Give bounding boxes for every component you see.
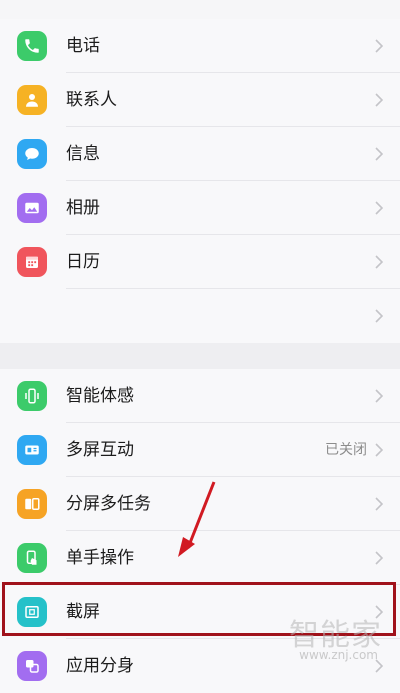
chevron-right-icon (375, 201, 384, 215)
settings-item-smart-motion[interactable]: 智能体感 (0, 369, 400, 423)
settings-item-label: 单手操作 (66, 548, 134, 568)
gallery-icon (17, 193, 47, 223)
settings-item-label: 应用分身 (66, 656, 134, 676)
section-divider (0, 343, 400, 369)
chevron-right-icon (375, 389, 384, 403)
settings-item-label: 日历 (66, 252, 100, 272)
settings-item-phone[interactable]: 电话 (0, 19, 400, 73)
multi-screen-icon (17, 435, 47, 465)
phone-icon (17, 31, 47, 61)
messages-icon (17, 139, 47, 169)
smart-motion-icon (17, 381, 47, 411)
status-value: 已关闭 (325, 442, 367, 458)
settings-item-label: 信息 (66, 144, 100, 164)
settings-item-split-screen[interactable]: 分屏多任务 (0, 477, 400, 531)
settings-item-contacts[interactable]: 联系人 (0, 73, 400, 127)
chevron-right-icon (375, 39, 384, 53)
one-hand-icon (17, 543, 47, 573)
settings-item-label: 相册 (66, 198, 100, 218)
settings-item-gallery[interactable]: 相册 (0, 181, 400, 235)
settings-item-label: 截屏 (66, 602, 100, 622)
settings-item-calendar[interactable]: 日历 (0, 235, 400, 289)
app-clone-icon (17, 651, 47, 681)
settings-item-one-hand[interactable]: 单手操作 (0, 531, 400, 585)
settings-item-messages[interactable]: 信息 (0, 127, 400, 181)
chevron-right-icon (375, 443, 384, 457)
screenshot-icon (17, 597, 47, 627)
chevron-right-icon (375, 497, 384, 511)
chevron-right-icon (375, 255, 384, 269)
settings-item-label: 电话 (66, 36, 100, 56)
settings-item-label: 多屏互动 (66, 440, 134, 460)
chevron-right-icon (375, 93, 384, 107)
split-screen-icon (17, 489, 47, 519)
chevron-right-icon (375, 309, 384, 323)
settings-item-more[interactable] (0, 289, 400, 343)
settings-item-label: 分屏多任务 (66, 494, 151, 514)
settings-item-label: 智能体感 (66, 386, 134, 406)
watermark-url: www.znj.com (299, 648, 378, 662)
settings-item-multi-screen[interactable]: 多屏互动 已关闭 (0, 423, 400, 477)
contacts-icon (17, 85, 47, 115)
calendar-icon (17, 247, 47, 277)
chevron-right-icon (375, 147, 384, 161)
chevron-right-icon (375, 551, 384, 565)
settings-item-label: 联系人 (66, 90, 117, 110)
